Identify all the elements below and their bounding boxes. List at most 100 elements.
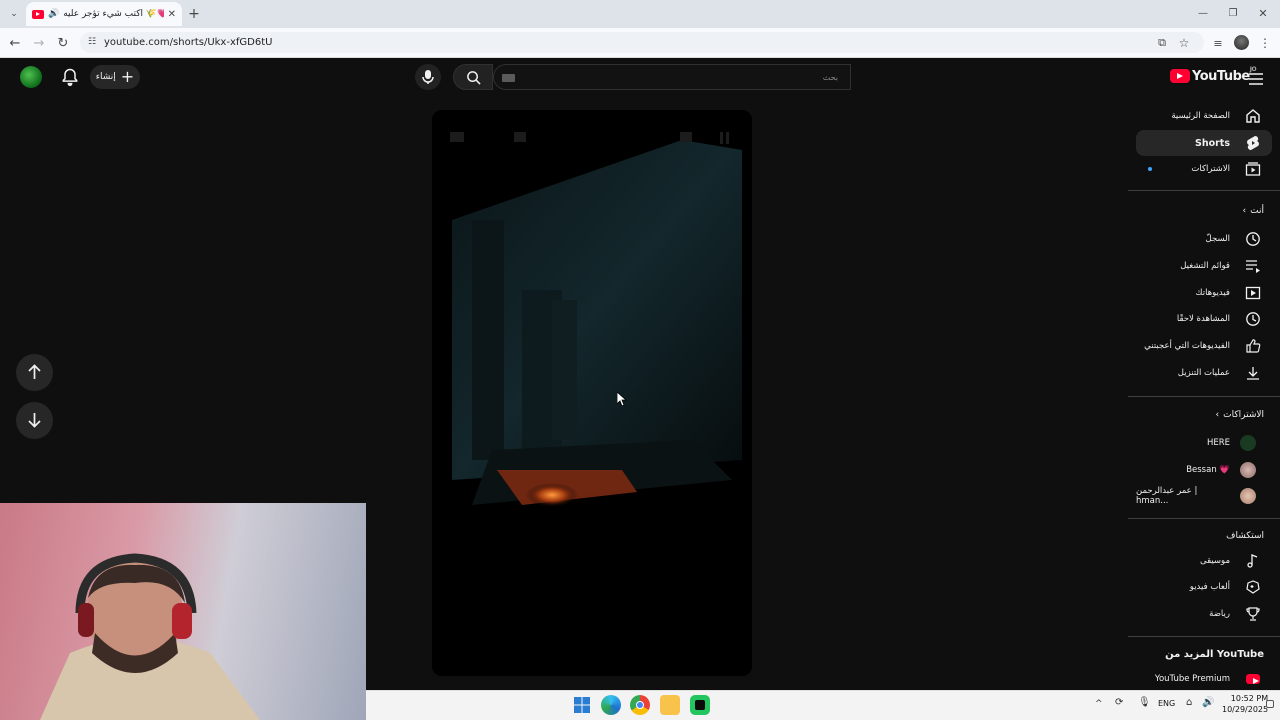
sidebar-section-subscriptions[interactable]: ‹ الاشتراكات	[1216, 410, 1264, 420]
channel-avatar	[1240, 462, 1256, 478]
create-button[interactable]: إنشاء +	[90, 65, 140, 89]
sidebar-item-history[interactable]: السجلّ	[1136, 226, 1272, 252]
sidebar-item-home[interactable]: الصفحة الرئيسية	[1136, 103, 1272, 129]
sidebar-item-label: ألعاب فيديو	[1189, 582, 1230, 592]
app-icon[interactable]	[690, 695, 710, 715]
sidebar-item-label: موسيقى	[1199, 556, 1230, 566]
show-hidden-icons-icon[interactable]: ^	[1095, 699, 1103, 709]
sidebar-item-gaming[interactable]: ألعاب فيديو	[1136, 574, 1272, 600]
sidebar-item-liked-videos[interactable]: الفيديوهات التي أعجبتني	[1136, 333, 1272, 359]
gaming-icon	[1244, 578, 1262, 596]
back-icon[interactable]: ←	[7, 35, 23, 51]
youtube-logo[interactable]: YouTube JO	[1170, 66, 1257, 86]
sidebar-item-label: عمر عبدالرحمن | hman...	[1136, 486, 1198, 506]
previous-short-button[interactable]	[16, 354, 53, 391]
microphone-icon	[422, 70, 434, 84]
music-icon	[1244, 552, 1262, 570]
sidebar-divider	[1128, 396, 1280, 397]
notifications-bell-icon[interactable]	[60, 67, 80, 87]
sidebar-section-you[interactable]: ‹ أنت	[1243, 206, 1264, 216]
keyboard-icon[interactable]	[502, 74, 515, 82]
avatar[interactable]	[20, 66, 42, 88]
url-text: youtube.com/shorts/Ukx-xfGD6tU	[104, 37, 273, 48]
sidebar-item-label: الاشتراكات	[1191, 164, 1230, 174]
restore-icon[interactable]: ❐	[1226, 6, 1240, 20]
search-input[interactable]: بحث	[493, 64, 851, 90]
shorts-video-player[interactable]	[432, 110, 752, 676]
guide-menu-icon[interactable]	[1249, 70, 1263, 85]
sidebar-item-label: عمليات التنزيل	[1177, 368, 1230, 378]
search-placeholder: بحث	[822, 72, 838, 82]
microphone-tray-icon[interactable]: 🎙	[1138, 697, 1151, 708]
shorts-icon	[1244, 134, 1262, 152]
clock-time: 10:52 PM	[1230, 694, 1269, 703]
next-short-button[interactable]	[16, 402, 53, 439]
forward-icon[interactable]: →	[31, 35, 47, 51]
new-content-dot	[1148, 167, 1152, 171]
sidebar-item-playlists[interactable]: قوائم التشغيل	[1136, 253, 1272, 279]
sidebar-item-sports[interactable]: رياضة	[1136, 601, 1272, 627]
history-icon	[1244, 230, 1262, 248]
reload-icon[interactable]: ↻	[55, 35, 71, 51]
sidebar-item-label: قوائم التشغيل	[1180, 261, 1230, 271]
system-clock[interactable]: 10:52 PM 10/29/2025	[1222, 693, 1268, 715]
new-tab-button[interactable]: +	[186, 6, 202, 22]
sidebar-item-watch-later[interactable]: المشاهدة لاحقًا	[1136, 306, 1272, 332]
search-button[interactable]	[453, 64, 493, 90]
chevron-left-icon: ‹	[1215, 410, 1220, 420]
watch-later-icon	[1244, 310, 1262, 328]
sync-icon[interactable]: ⟳	[1115, 697, 1123, 708]
youtube-favicon-icon	[32, 9, 44, 19]
close-window-icon[interactable]: ✕	[1256, 6, 1270, 20]
sidebar-item-label: فيديوهاتك	[1195, 288, 1230, 298]
section-heading: الاشتراكات	[1223, 410, 1264, 420]
youtube-premium-icon	[1244, 670, 1262, 688]
sidebar: الصفحة الرئيسية Shorts الاشتراكات ‹ أنت …	[1128, 100, 1280, 690]
sidebar-item-label: رياضة	[1209, 609, 1230, 619]
sidebar-item-music[interactable]: موسيقى	[1136, 548, 1272, 574]
site-info-icon[interactable]: ☷	[86, 36, 98, 48]
chrome-browser-icon[interactable]	[630, 695, 650, 715]
sidebar-item-subscription[interactable]: عمر عبدالرحمن | hman...	[1136, 483, 1272, 509]
language-indicator[interactable]: ENG	[1158, 699, 1175, 708]
voice-search-button[interactable]	[415, 64, 441, 90]
sidebar-item-label: الفيديوهات التي أعجبتني	[1144, 341, 1230, 351]
sidebar-item-subscription[interactable]: HERE	[1136, 430, 1272, 456]
logo-text: YouTube	[1192, 68, 1250, 84]
volume-icon[interactable]: 🔊	[1202, 697, 1214, 708]
browser-menu-icon[interactable]: ⋮	[1258, 35, 1272, 51]
profile-avatar[interactable]	[1234, 35, 1249, 50]
youtube-logo-icon	[1170, 69, 1190, 83]
trophy-icon	[1244, 605, 1262, 623]
search-icon	[467, 71, 481, 85]
file-explorer-icon[interactable]	[660, 695, 680, 715]
address-bar[interactable]: ☷ youtube.com/shorts/Ukx-xfGD6tU	[80, 32, 1204, 53]
notification-center-icon[interactable]	[1266, 700, 1274, 708]
arrow-down-icon	[28, 413, 41, 428]
media-control-icon[interactable]: ≡	[1210, 35, 1226, 51]
browser-tab[interactable]: 🔊 اكتب شيء تؤجر عليه 🌾💗.. ✕	[26, 2, 182, 26]
sidebar-item-subscription[interactable]: Bessan 💗	[1136, 457, 1272, 483]
tab-search-icon[interactable]: ⌄	[6, 7, 22, 21]
close-tab-icon[interactable]: ✕	[168, 9, 176, 20]
cast-icon[interactable]: ⧉	[1154, 35, 1170, 51]
audio-playing-icon[interactable]: 🔊	[48, 9, 59, 19]
edge-browser-icon[interactable]	[601, 695, 621, 715]
windows-start-icon[interactable]	[572, 695, 592, 715]
sidebar-item-youtube-premium[interactable]: YouTube Premium	[1136, 666, 1272, 692]
bookmark-star-icon[interactable]: ☆	[1176, 35, 1192, 51]
webcam-overlay	[0, 503, 366, 720]
section-heading: أنت	[1250, 206, 1264, 216]
tab-title: اكتب شيء تؤجر عليه 🌾💗..	[63, 9, 164, 19]
sidebar-item-subscriptions[interactable]: الاشتراكات	[1136, 156, 1272, 182]
plus-icon: +	[120, 67, 135, 86]
sidebar-item-downloads[interactable]: عمليات التنزيل	[1136, 360, 1272, 386]
mouse-cursor-icon	[616, 391, 628, 410]
sidebar-item-shorts[interactable]: Shorts	[1136, 130, 1272, 156]
playlist-icon	[1244, 257, 1262, 275]
sidebar-item-label: الصفحة الرئيسية	[1171, 111, 1230, 121]
network-icon[interactable]: ⌂	[1186, 697, 1192, 708]
channel-avatar	[1240, 488, 1256, 504]
sidebar-item-your-videos[interactable]: فيديوهاتك	[1136, 280, 1272, 306]
minimize-icon[interactable]: —	[1196, 6, 1210, 20]
